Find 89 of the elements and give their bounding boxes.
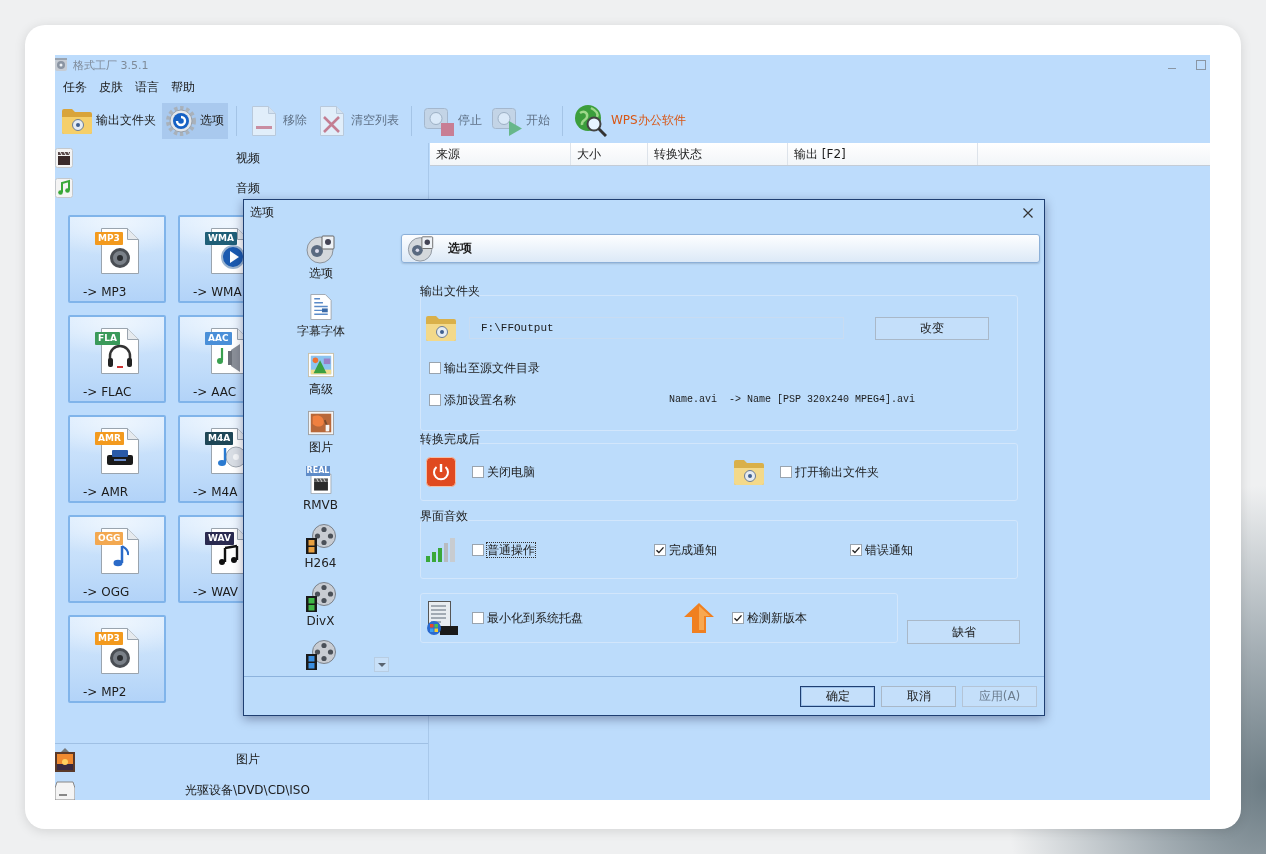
power-icon [426,457,456,487]
format-tile[interactable]: MP3 -> MP2 [68,615,166,703]
checkbox[interactable] [429,394,441,406]
caret-down-icon [377,662,386,667]
sunset-picture-icon [55,747,75,772]
checkbox[interactable] [472,466,484,478]
checkbox[interactable] [780,466,792,478]
section-heading: 界面音效 [420,509,468,523]
menu-item[interactable]: 任务 [57,77,93,96]
checkbox[interactable] [472,543,484,556]
format-badge: FLA [95,332,120,345]
menu-item[interactable]: 帮助 [165,77,201,96]
window-title: 格式工厂 3.5.1 [73,57,149,73]
minimize-icon[interactable] [1168,67,1176,69]
checkbox[interactable] [472,612,484,624]
category-header[interactable]: 音频 [55,173,428,203]
format-tile[interactable]: OGG -> OGG [68,515,166,603]
checkbox-label: 检测新版本 [747,611,807,625]
gear-icon [166,105,196,136]
film-reel-icon [305,524,336,554]
window-list-icon [426,601,458,635]
format-tile[interactable]: AMR -> AMR [68,415,166,503]
painting-icon [307,410,334,436]
checkbox-label: 普通操作 [487,542,535,557]
landscape-picture-icon [307,352,334,378]
column-header[interactable]: 来源 [430,143,571,165]
change-button[interactable]: 改变 [875,316,989,340]
column-header[interactable]: 输出 [F2] [788,143,978,165]
checkbox[interactable] [429,362,441,374]
drive-icon [55,778,75,800]
section-heading: 转换完成后 [420,432,480,446]
example-text: Name.avi -> Name [PSP 320x240 MPEG4].avi [669,393,916,407]
checkbox-label: 打开输出文件夹 [795,465,879,479]
clapper-icon [55,148,73,168]
document-minus-icon [249,105,279,136]
dialog-button[interactable]: 确定 [800,686,875,707]
toolbar-button[interactable]: 输出文件夹 [58,102,160,139]
folder-icon [62,107,92,134]
scroll-down-button[interactable] [374,657,389,672]
checkbox[interactable] [850,543,862,556]
folder-icon [734,459,764,485]
checkbox-label: 添加设置名称 [444,393,516,407]
close-icon[interactable] [1023,207,1033,218]
signal-bars-icon [426,537,456,562]
format-badge: MP3 [95,232,123,245]
menu-item[interactable]: 皮肤 [93,77,129,96]
checkbox-label: 最小化到系统托盘 [487,611,583,625]
up-arrow-icon [684,603,714,633]
film-play-icon [492,105,522,136]
default-button[interactable]: 缺省 [907,620,1020,644]
checkbox-label: 关闭电脑 [487,465,535,479]
category-header[interactable]: 光驱设备\DVD\CD\ISO [55,775,428,800]
format-badge: M4A [205,432,234,445]
checkbox-label: 输出至源文件目录 [444,361,540,375]
film-reel-icon [305,640,336,670]
globe-magnifier-icon [575,104,607,137]
path-field[interactable]: F:\FFOutput [469,317,844,339]
document-x-icon [317,105,347,136]
menu-item[interactable]: 语言 [129,77,165,96]
film-reel-icon [305,582,336,612]
column-header[interactable]: 转换状态 [648,143,788,165]
section-heading: 输出文件夹 [420,284,480,298]
category-header[interactable]: 视频 [55,143,428,173]
format-badge: OGG [95,532,124,545]
camera-disc-icon [406,235,436,262]
film-stop-icon [424,105,454,136]
document-icon [307,294,334,320]
disc-icon [55,58,67,72]
format-badge: AAC [205,332,232,345]
format-badge: REAL [305,466,331,476]
camera-disc-icon [305,234,336,264]
page-title: 选项 [448,240,472,257]
category-header[interactable]: 图片 [55,744,428,775]
format-tile[interactable]: FLA -> FLAC [68,315,166,403]
column-header[interactable]: 大小 [571,143,648,165]
format-badge: WAV [205,532,234,545]
format-badge: MP3 [95,632,123,645]
folder-icon [426,315,456,341]
checkbox[interactable] [654,543,666,556]
format-badge: AMR [95,432,124,445]
checkbox-label: 错误通知 [865,542,913,557]
format-badge: WMA [205,232,237,245]
checkbox[interactable] [732,612,744,624]
format-tile[interactable]: MP3 -> MP3 [68,215,166,303]
maximize-icon[interactable] [1196,60,1206,70]
toolbar-button[interactable]: 选项 [162,102,228,139]
checkbox-label: 完成通知 [669,542,717,557]
music-note-icon [55,178,73,198]
dialog-button[interactable]: 取消 [881,686,956,707]
